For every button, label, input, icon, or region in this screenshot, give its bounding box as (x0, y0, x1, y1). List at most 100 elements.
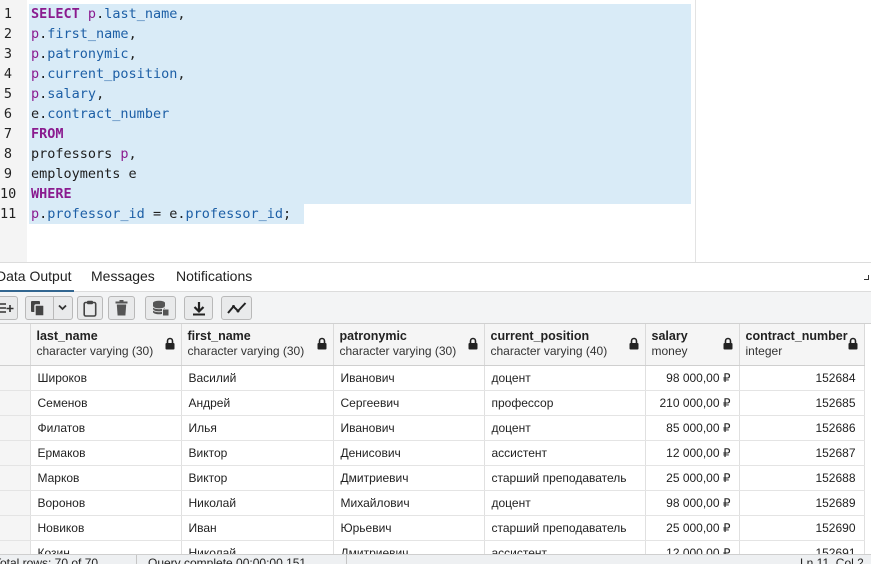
cell-current-position[interactable]: доцент (484, 365, 646, 391)
code-line[interactable]: 5 p.salary, (0, 84, 695, 104)
cell-current-position[interactable]: старший преподаватель (484, 515, 646, 541)
row-number-cell[interactable] (0, 465, 31, 491)
results-grid[interactable]: last_name character varying (30) first_nam… (0, 324, 871, 554)
cell-last-name[interactable]: Ермаков (30, 440, 182, 466)
delete-button[interactable] (108, 296, 135, 320)
cell-last-name[interactable]: Широков (30, 365, 182, 391)
code-line[interactable]: 3 p.patronymic, (0, 44, 695, 64)
cell-contract-number[interactable]: 152684 (739, 365, 865, 391)
cell-current-position[interactable]: ассистент (484, 540, 646, 554)
cell-contract-number[interactable]: 152687 (739, 440, 865, 466)
cell-salary[interactable]: 210 000,00 ₽ (645, 390, 740, 416)
sql-editor[interactable]: 1 SELECT p.last_name, 2 p.first_name, 3 p.pat… (0, 0, 871, 262)
table-row[interactable]: Ермаков Виктор Денисович ассистент 12 000,00… (0, 440, 865, 466)
code-line[interactable]: 6 e.contract_number (0, 104, 695, 124)
cell-contract-number[interactable]: 152690 (739, 515, 865, 541)
table-row[interactable]: Филатов Илья Иванович доцент 85 000,00 ₽1526… (0, 415, 865, 441)
table-row[interactable]: Новиков Иван Юрьевич старший преподаватель 2… (0, 515, 865, 541)
cell-first-name[interactable]: Василий (181, 365, 334, 391)
cell-salary[interactable]: 12 000,00 ₽ (645, 540, 740, 554)
column-header-patronymic[interactable]: patronymic character varying (30) (333, 324, 485, 366)
code-line[interactable]: 10 WHERE (0, 184, 695, 204)
add-row-button[interactable] (0, 296, 18, 320)
code-text: p.salary, (31, 84, 104, 104)
column-header-current-position[interactable]: current_position character varying (40) (484, 324, 646, 366)
paste-button[interactable] (77, 296, 103, 320)
cell-current-position[interactable]: доцент (484, 415, 646, 441)
cell-contract-number[interactable]: 152686 (739, 415, 865, 441)
row-number-header[interactable] (0, 324, 31, 366)
cell-patronymic[interactable]: Денисович (333, 440, 485, 466)
code-line[interactable]: 1 SELECT p.last_name, (0, 4, 695, 24)
cell-current-position[interactable]: ассистент (484, 440, 646, 466)
row-number-cell[interactable] (0, 540, 31, 554)
lock-icon (629, 337, 639, 355)
tab-data-output[interactable]: Data Output (0, 263, 74, 292)
cell-salary[interactable]: 98 000,00 ₽ (645, 490, 740, 516)
cell-last-name[interactable]: Козин (30, 540, 182, 554)
cell-first-name[interactable]: Виктор (181, 440, 334, 466)
graph-visualiser-button[interactable] (221, 296, 252, 320)
cell-patronymic[interactable]: Иванович (333, 365, 485, 391)
cell-first-name[interactable]: Николай (181, 490, 334, 516)
cell-salary[interactable]: 12 000,00 ₽ (645, 440, 740, 466)
code-line[interactable]: 11 p.professor_id = e.professor_id; (0, 204, 695, 224)
table-row[interactable]: Марков Виктор Дмитриевич старший преподават… (0, 465, 865, 491)
row-number-cell[interactable] (0, 440, 31, 466)
code-line[interactable]: 8 professors p, (0, 144, 695, 164)
table-row[interactable]: Воронов Николай Михайлович доцент 98 000,00 … (0, 490, 865, 516)
cell-salary[interactable]: 25 000,00 ₽ (645, 515, 740, 541)
table-row[interactable]: Козин Николай Дмитриевич ассистент 12 000,00… (0, 540, 865, 554)
cell-first-name[interactable]: Виктор (181, 465, 334, 491)
cell-patronymic[interactable]: Юрьевич (333, 515, 485, 541)
cell-first-name[interactable]: Николай (181, 540, 334, 554)
row-number-cell[interactable] (0, 390, 31, 416)
code-line[interactable]: 4 p.current_position, (0, 64, 695, 84)
code-line[interactable]: 9 employments e (0, 164, 695, 184)
cell-contract-number[interactable]: 152688 (739, 465, 865, 491)
cell-current-position[interactable]: доцент (484, 490, 646, 516)
column-header-contract-number[interactable]: contract_number integer (739, 324, 865, 366)
cell-contract-number[interactable]: 152689 (739, 490, 865, 516)
code-line[interactable]: 7 FROM (0, 124, 695, 144)
cell-patronymic[interactable]: Дмитриевич (333, 465, 485, 491)
tab-messages[interactable]: Messages (91, 263, 161, 292)
code-line[interactable]: 2 p.first_name, (0, 24, 695, 44)
cell-salary[interactable]: 98 000,00 ₽ (645, 365, 740, 391)
row-number-cell[interactable] (0, 365, 31, 391)
row-number-cell[interactable] (0, 515, 31, 541)
cell-last-name[interactable]: Воронов (30, 490, 182, 516)
column-type: character varying (40) (490, 344, 608, 359)
cell-patronymic[interactable]: Дмитриевич (333, 540, 485, 554)
cell-first-name[interactable]: Илья (181, 415, 334, 441)
resize-corner-icon[interactable] (864, 275, 869, 280)
cell-salary[interactable]: 25 000,00 ₽ (645, 465, 740, 491)
column-header-first-name[interactable]: first_name character varying (30) (181, 324, 334, 366)
column-header-salary[interactable]: salary money (645, 324, 740, 366)
column-header-last-name[interactable]: last_name character varying (30) (30, 324, 182, 366)
table-row[interactable]: Семенов Андрей Сергеевич профессор 210 000,0… (0, 390, 865, 416)
cell-current-position[interactable]: профессор (484, 390, 646, 416)
cell-patronymic[interactable]: Сергеевич (333, 390, 485, 416)
row-number-cell[interactable] (0, 490, 31, 516)
cell-last-name[interactable]: Филатов (30, 415, 182, 441)
cell-salary[interactable]: 85 000,00 ₽ (645, 415, 740, 441)
tab-notifications[interactable]: Notifications (176, 263, 266, 292)
cell-first-name[interactable]: Андрей (181, 390, 334, 416)
cell-patronymic[interactable]: Михайлович (333, 490, 485, 516)
lock-icon (723, 337, 733, 355)
download-button[interactable] (184, 296, 213, 320)
dropdown-chevron-icon[interactable] (57, 302, 68, 313)
table-row[interactable]: Широков Василий Иванович доцент 98 000,00 ₽1… (0, 365, 865, 391)
save-data-button[interactable] (145, 296, 176, 320)
cell-patronymic[interactable]: Иванович (333, 415, 485, 441)
cell-contract-number[interactable]: 152691 (739, 540, 865, 554)
cell-first-name[interactable]: Иван (181, 515, 334, 541)
cell-last-name[interactable]: Новиков (30, 515, 182, 541)
cell-current-position[interactable]: старший преподаватель (484, 465, 646, 491)
cell-last-name[interactable]: Семенов (30, 390, 182, 416)
cell-last-name[interactable]: Марков (30, 465, 182, 491)
copy-button[interactable] (25, 296, 73, 320)
row-number-cell[interactable] (0, 415, 31, 441)
cell-contract-number[interactable]: 152685 (739, 390, 865, 416)
